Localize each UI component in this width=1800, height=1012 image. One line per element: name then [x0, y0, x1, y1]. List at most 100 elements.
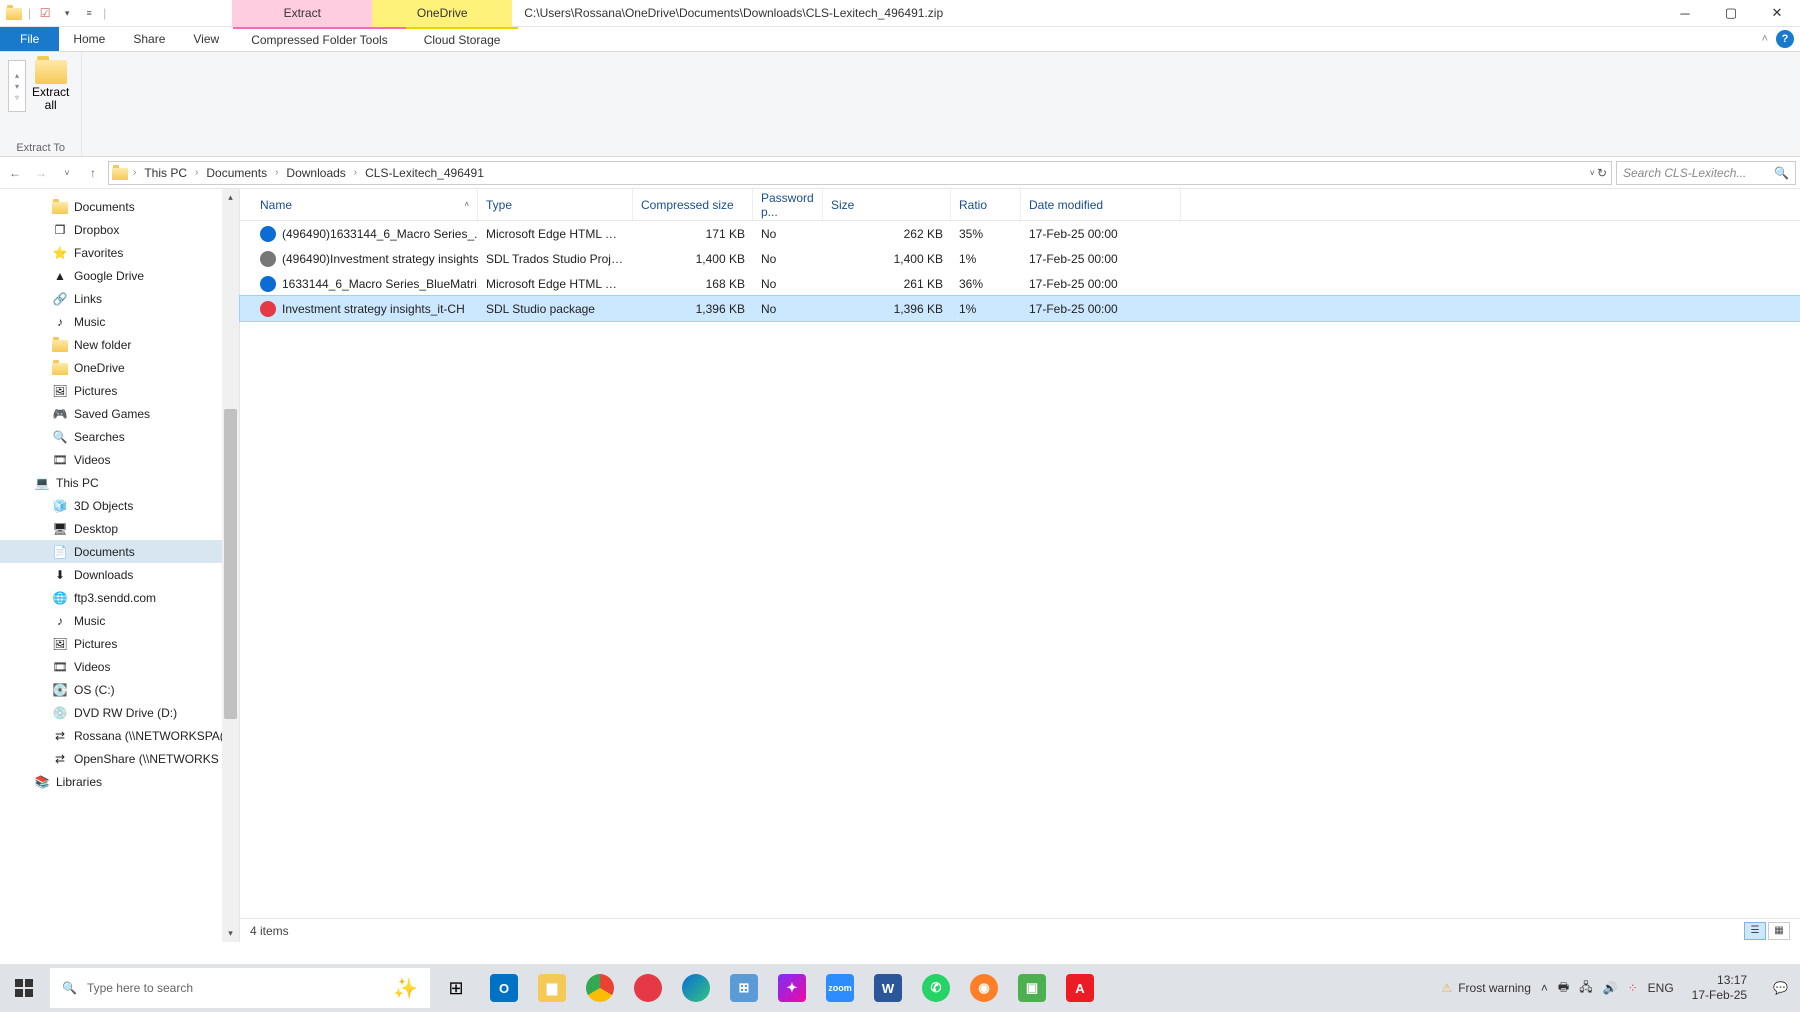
checkbox-icon[interactable]: ☑: [37, 5, 53, 21]
breadcrumb[interactable]: Downloads: [282, 162, 349, 184]
address-bar[interactable]: › This PC › Documents › Downloads › CLS-…: [108, 161, 1612, 185]
app-orange-circle[interactable]: ◉: [960, 964, 1008, 1012]
address-dropdown-icon[interactable]: ˅: [1590, 168, 1595, 178]
taskbar-search[interactable]: 🔍 Type here to search ✨: [50, 968, 430, 1008]
tree-item[interactable]: 🖼Pictures: [0, 632, 239, 655]
app-calculator[interactable]: ⊞: [720, 964, 768, 1012]
tree-item[interactable]: 🧊3D Objects: [0, 494, 239, 517]
tree-item[interactable]: ⬇Downloads: [0, 563, 239, 586]
tree-item[interactable]: 🖼Pictures: [0, 379, 239, 402]
file-row[interactable]: (496490)1633144_6_Macro Series_...Micros…: [240, 221, 1800, 246]
tree-item[interactable]: 📄Documents: [0, 540, 239, 563]
tree-item[interactable]: 🎮Saved Games: [0, 402, 239, 425]
tray-input-icon[interactable]: ⁘: [1628, 981, 1638, 995]
qat-dropdown-icon[interactable]: ▾: [59, 5, 75, 21]
weather-widget[interactable]: ⚠ Frost warning: [1441, 981, 1530, 995]
col-compressed-size[interactable]: Compressed size: [633, 189, 753, 220]
tray-overflow-icon[interactable]: ˄: [1541, 981, 1548, 995]
col-ratio[interactable]: Ratio: [951, 189, 1021, 220]
tree-item[interactable]: 🌐ftp3.sendd.com: [0, 586, 239, 609]
chevron-right-icon[interactable]: ›: [131, 167, 138, 178]
tree-item[interactable]: 🔗Links: [0, 287, 239, 310]
tray-language[interactable]: ENG: [1648, 981, 1674, 995]
qat-overflow-icon[interactable]: ≡: [81, 5, 97, 21]
tab-view[interactable]: View: [179, 27, 233, 51]
file-row[interactable]: 1633144_6_Macro Series_BlueMatri...Micro…: [240, 271, 1800, 296]
task-view-button[interactable]: ⊞: [432, 964, 480, 1012]
col-password[interactable]: Password p...: [753, 189, 823, 220]
tree-item[interactable]: New folder: [0, 333, 239, 356]
tree-item[interactable]: ♪Music: [0, 310, 239, 333]
tree-item[interactable]: ▲Google Drive: [0, 264, 239, 287]
tab-home[interactable]: Home: [59, 27, 119, 51]
app-zoom[interactable]: zoom: [816, 964, 864, 1012]
app-acrobat[interactable]: A: [1056, 964, 1104, 1012]
tab-file[interactable]: File: [0, 27, 59, 51]
col-type[interactable]: Type: [478, 189, 633, 220]
collapse-ribbon-icon[interactable]: ˄: [1762, 33, 1768, 45]
tab-share[interactable]: Share: [119, 27, 179, 51]
tree-item[interactable]: 💻This PC: [0, 471, 239, 494]
chevron-right-icon[interactable]: ›: [193, 167, 200, 178]
tree-item[interactable]: ♪Music: [0, 609, 239, 632]
scroll-up-icon[interactable]: ▴: [222, 189, 239, 206]
tree-item[interactable]: 🎞Videos: [0, 448, 239, 471]
tree-item[interactable]: 💽OS (C:): [0, 678, 239, 701]
refresh-icon[interactable]: ↻: [1597, 166, 1607, 180]
app-outlook[interactable]: O: [480, 964, 528, 1012]
back-button[interactable]: ←: [4, 162, 26, 184]
scroll-thumb[interactable]: [224, 409, 237, 719]
chevron-right-icon[interactable]: ›: [352, 167, 359, 178]
app-chrome[interactable]: [576, 964, 624, 1012]
tray-volume-icon[interactable]: 🔊: [1603, 981, 1618, 995]
view-details-button[interactable]: ☰: [1744, 922, 1766, 940]
search-input[interactable]: Search CLS-Lexitech... 🔍: [1616, 161, 1796, 185]
maximize-button[interactable]: ▢: [1708, 0, 1754, 27]
help-icon[interactable]: ?: [1776, 30, 1794, 48]
tree-item[interactable]: OneDrive: [0, 356, 239, 379]
up-button[interactable]: ↑: [82, 162, 104, 184]
start-button[interactable]: [0, 964, 48, 1012]
tree-item[interactable]: ❒Dropbox: [0, 218, 239, 241]
tree-item[interactable]: ⭐Favorites: [0, 241, 239, 264]
recent-dropdown-icon[interactable]: ˅: [56, 162, 78, 184]
scroll-down-icon[interactable]: ▾: [222, 925, 239, 942]
tree-item[interactable]: ⇄Rossana (\\NETWORKSPA(: [0, 724, 239, 747]
app-red-circle[interactable]: [624, 964, 672, 1012]
minimize-button[interactable]: ─: [1662, 0, 1708, 27]
col-name[interactable]: Name˄: [252, 189, 478, 220]
extract-destination-gallery[interactable]: ▴ ▾ ▿: [8, 60, 26, 112]
app-purple[interactable]: ✦: [768, 964, 816, 1012]
file-row[interactable]: Investment strategy insights_it-CHSDL St…: [240, 296, 1800, 321]
col-size[interactable]: Size: [823, 189, 951, 220]
tree-item[interactable]: 🖥Desktop: [0, 517, 239, 540]
tree-item[interactable]: ⇄OpenShare (\\NETWORKS: [0, 747, 239, 770]
tree-item[interactable]: Documents: [0, 195, 239, 218]
forward-button[interactable]: →: [30, 162, 52, 184]
tree-item[interactable]: 🔍Searches: [0, 425, 239, 448]
breadcrumb[interactable]: Documents: [202, 162, 271, 184]
action-center-icon[interactable]: 💬: [1765, 981, 1796, 995]
tray-battery-icon[interactable]: 🖶: [1558, 978, 1569, 999]
taskbar-clock[interactable]: 13:17 17-Feb-25: [1684, 973, 1755, 1003]
extract-all-button[interactable]: Extract all: [28, 56, 73, 116]
nav-scrollbar[interactable]: ▴ ▾: [222, 189, 239, 942]
app-edge[interactable]: [672, 964, 720, 1012]
tree-item[interactable]: 🎞Videos: [0, 655, 239, 678]
chevron-right-icon[interactable]: ›: [273, 167, 280, 178]
close-button[interactable]: ✕: [1754, 0, 1800, 27]
app-whatsapp[interactable]: ✆: [912, 964, 960, 1012]
file-row[interactable]: (496490)Investment strategy insightsSDL …: [240, 246, 1800, 271]
tab-compressed-folder-tools[interactable]: Compressed Folder Tools: [233, 27, 406, 51]
view-thumbnails-button[interactable]: ▦: [1768, 922, 1790, 940]
app-file-explorer[interactable]: ▆: [528, 964, 576, 1012]
tree-item[interactable]: 📚Libraries: [0, 770, 239, 793]
app-word[interactable]: W: [864, 964, 912, 1012]
breadcrumb[interactable]: CLS-Lexitech_496491: [361, 162, 488, 184]
breadcrumb[interactable]: This PC: [140, 162, 191, 184]
navigation-pane[interactable]: Documents❒Dropbox⭐Favorites▲Google Drive…: [0, 189, 240, 942]
tree-item[interactable]: 💿DVD RW Drive (D:): [0, 701, 239, 724]
tray-network-icon[interactable]: 🖧: [1579, 978, 1592, 999]
col-date[interactable]: Date modified: [1021, 189, 1181, 220]
tab-cloud-storage[interactable]: Cloud Storage: [406, 27, 519, 51]
